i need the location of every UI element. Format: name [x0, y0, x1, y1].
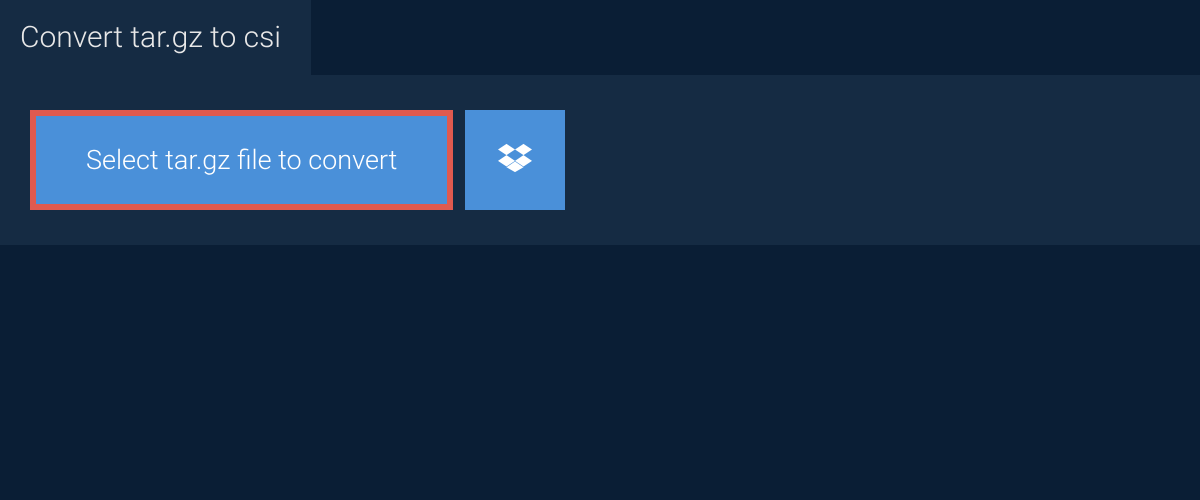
select-file-label: Select tar.gz file to convert [86, 144, 397, 176]
upload-panel: Select tar.gz file to convert [0, 75, 1200, 245]
dropbox-icon [498, 141, 532, 179]
page-title: Convert tar.gz to csi [20, 20, 281, 55]
dropbox-button[interactable] [465, 110, 565, 210]
page-title-tab: Convert tar.gz to csi [0, 0, 311, 75]
bottom-spacer [0, 245, 1200, 445]
select-file-button[interactable]: Select tar.gz file to convert [30, 110, 453, 210]
button-row: Select tar.gz file to convert [30, 110, 1170, 210]
